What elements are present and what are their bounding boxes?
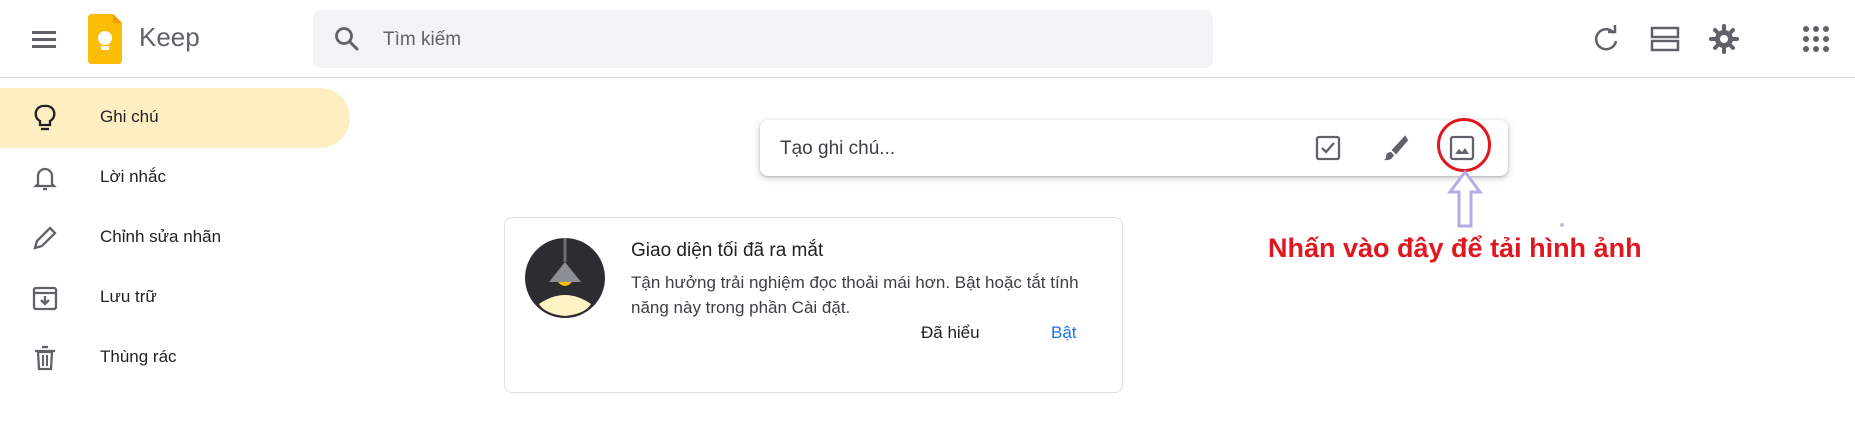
pencil-icon — [33, 226, 57, 250]
card-body: Tận hưởng trải nghiệm đọc thoải mái hơn.… — [631, 273, 1079, 317]
dark-theme-announcement-card: Giao diện tối đã ra mắt Tận hưởng trải n… — [504, 217, 1123, 393]
sidebar-item-label: Ghi chú — [100, 107, 159, 126]
search-icon[interactable] — [333, 25, 361, 53]
keep-logo-icon[interactable] — [86, 14, 124, 64]
trash-icon — [35, 345, 55, 371]
apps-grid-icon[interactable] — [1800, 23, 1832, 55]
sidebar-item-notes[interactable]: Ghi chú — [0, 88, 350, 148]
sidebar: Ghi chú Lời nhắc Chỉnh sửa nhãn Lưu trữ … — [0, 88, 350, 388]
top-bar: Keep — [0, 0, 1855, 78]
sidebar-item-label: Chỉnh sửa nhãn — [100, 227, 222, 246]
take-note-input[interactable]: Tạo ghi chú... — [760, 120, 1508, 176]
lamp-illustration-icon — [525, 238, 605, 318]
bell-icon — [33, 167, 57, 191]
dismiss-button[interactable]: Đã hiểu — [911, 314, 990, 352]
search-bar[interactable] — [313, 10, 1213, 68]
enable-dark-theme-button[interactable]: Bật — [1041, 314, 1087, 352]
settings-gear-icon[interactable] — [1708, 23, 1740, 55]
card-title: Giao diện tối đã ra mắt — [631, 240, 824, 261]
refresh-icon[interactable] — [1590, 23, 1622, 55]
annotation-circle — [1437, 118, 1491, 172]
sidebar-item-label: Lưu trữ — [100, 287, 157, 306]
brush-icon[interactable] — [1380, 133, 1410, 163]
sidebar-item-reminders[interactable]: Lời nhắc — [0, 148, 350, 208]
main-menu-button[interactable] — [22, 19, 66, 59]
search-input[interactable] — [381, 22, 1185, 58]
take-note-placeholder[interactable]: Tạo ghi chú... — [780, 138, 895, 160]
sidebar-item-edit-labels[interactable]: Chỉnh sửa nhãn — [0, 208, 350, 268]
sidebar-item-archive[interactable]: Lưu trữ — [0, 268, 350, 328]
sidebar-item-trash[interactable]: Thùng rác — [0, 328, 350, 388]
list-view-icon[interactable] — [1649, 23, 1681, 55]
lightbulb-icon — [34, 104, 56, 131]
app-title: Keep — [139, 22, 200, 52]
up-arrow-icon — [1447, 170, 1483, 228]
annotation-dot — [1560, 223, 1564, 227]
hamburger-menu-icon — [32, 31, 56, 48]
archive-icon — [32, 286, 58, 311]
sidebar-item-label: Thùng rác — [100, 347, 177, 366]
sidebar-item-label: Lời nhắc — [100, 167, 166, 186]
checkbox-list-icon[interactable] — [1313, 133, 1343, 163]
annotation-text: Nhấn vào đây để tải hình ảnh — [1268, 233, 1642, 263]
